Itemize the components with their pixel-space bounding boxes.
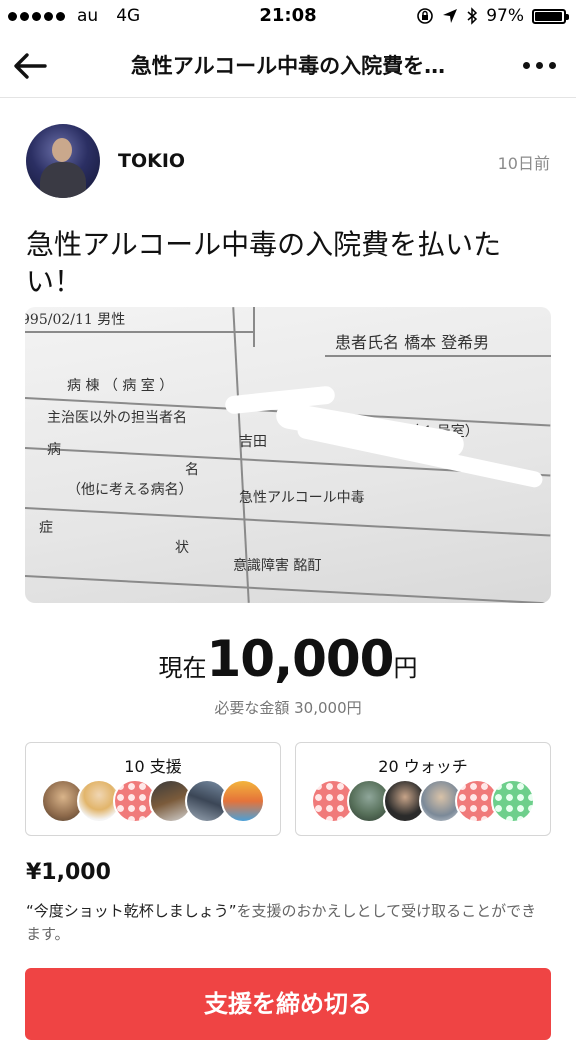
- doc-line: [25, 507, 551, 537]
- photo-text: 病: [47, 442, 61, 458]
- close-funding-button[interactable]: 支援を締め切る: [25, 968, 551, 1040]
- more-options-button[interactable]: [523, 62, 556, 69]
- watcher-avatars: [296, 779, 550, 823]
- doc-line: [253, 307, 255, 347]
- author-name[interactable]: TOKIO: [118, 150, 185, 172]
- photo-text: （他に考える病名）: [67, 482, 193, 498]
- photo-text: 患者氏名 橋本 登希男: [335, 333, 490, 352]
- location-arrow-icon: [443, 9, 458, 23]
- goal-value: 30,000円: [294, 699, 362, 717]
- doc-line: [25, 331, 255, 333]
- avatar-body: [40, 162, 86, 198]
- supporter-avatar: [221, 779, 265, 823]
- doc-line: [25, 575, 551, 603]
- goal-amount: 必要な金額 30,000円: [0, 697, 576, 718]
- status-right: 97%: [416, 6, 569, 26]
- reward-quote: “今度ショット乾杯しましょう”: [26, 902, 237, 920]
- photo-text: 995/02/11 男性: [25, 312, 126, 328]
- goal-label: 必要な金額: [214, 699, 290, 717]
- author-row: TOKIO 10日前: [26, 124, 550, 200]
- supporters-count: 10 支援: [124, 757, 182, 776]
- current-amount-prefix: 現在: [158, 654, 207, 682]
- reward-price: ¥1,000: [26, 860, 111, 885]
- photo-text: 吉田: [239, 434, 267, 450]
- current-amount-value: 10,000: [206, 630, 395, 688]
- arrow-left-icon: [14, 53, 47, 79]
- reward-description: “今度ショット乾杯しましょう”を支援のおかえしとして受け取ることができます。: [26, 900, 551, 946]
- more-horizontal-icon: [523, 62, 530, 69]
- post-date: 10日前: [497, 154, 550, 173]
- navigation-bar: 急性アルコール中毒の入院費を…: [0, 34, 576, 98]
- post-title: 急性アルコール中毒の入院費を払いたい！: [26, 228, 502, 298]
- current-amount: 現在10,000円: [0, 630, 576, 688]
- supporters-card[interactable]: 10 支援: [25, 742, 281, 836]
- photo-text: 症: [39, 520, 53, 536]
- photo-text: 病 棟 （ 病 室 ）: [67, 378, 174, 394]
- battery-fill: [535, 11, 563, 21]
- more-dot: [549, 62, 556, 69]
- nav-title: 急性アルコール中毒の入院費を…: [130, 54, 446, 78]
- photo-text: 状: [175, 540, 189, 556]
- avatar-face: [52, 138, 72, 162]
- post-photo[interactable]: 995/02/11 男性 患者氏名 橋本 登希男 病 棟 （ 病 室 ） （ 1…: [25, 307, 551, 603]
- supporter-avatars: [26, 779, 280, 823]
- photo-text: 名: [185, 462, 199, 478]
- photo-text: 主治医以外の担当者名: [47, 410, 187, 426]
- bluetooth-icon: [467, 7, 478, 25]
- photo-text: 意識障害 酩酊: [233, 558, 322, 574]
- status-bar: au 4G 21:08 97%: [0, 0, 576, 34]
- back-button[interactable]: [10, 48, 50, 84]
- watchers-card[interactable]: 20 ウォッチ: [295, 742, 551, 836]
- current-amount-unit: 円: [393, 654, 418, 682]
- rotation-lock-icon: [417, 8, 434, 24]
- watchers-count: 20 ウォッチ: [378, 757, 468, 776]
- more-dot: [536, 62, 543, 69]
- doc-line: [325, 355, 551, 357]
- avatar[interactable]: [26, 124, 100, 198]
- photo-text: 急性アルコール中毒: [239, 490, 365, 506]
- watcher-avatar: [491, 779, 535, 823]
- battery-icon: [532, 8, 569, 24]
- battery-percent: 97%: [486, 6, 524, 26]
